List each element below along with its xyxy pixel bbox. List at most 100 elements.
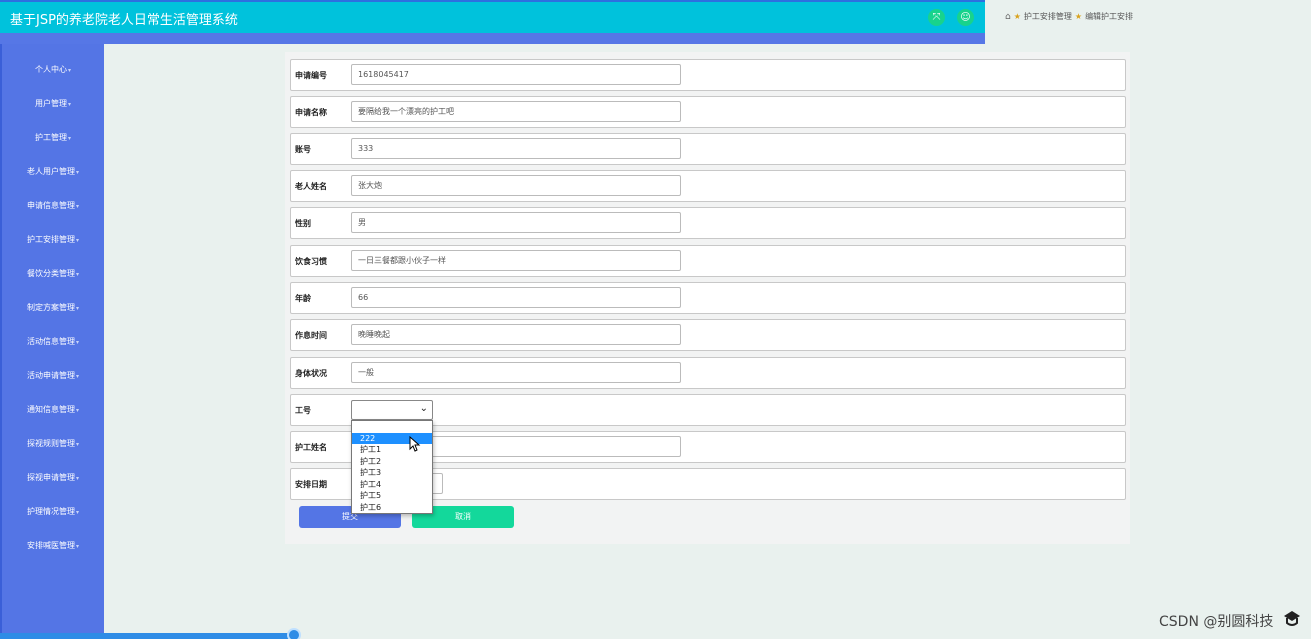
- sidebar-item-care-status[interactable]: 护理情况管理▾: [2, 506, 104, 517]
- sidebar-item-applications[interactable]: 申请信息管理▾: [2, 200, 104, 211]
- chevron-down-icon: ▾: [75, 271, 79, 278]
- top-header: 基于JSP的养老院老人日常生活管理系统 ⤧ ☺: [0, 0, 985, 33]
- sidebar-item-label: 活动申请管理: [26, 371, 75, 380]
- field-label: 老人姓名: [295, 182, 327, 191]
- sidebar-item-elders[interactable]: 老人用户管理▾: [2, 166, 104, 177]
- field-label: 作息时间: [295, 331, 327, 340]
- mouse-cursor-icon: [409, 436, 421, 452]
- sidebar-item-activities[interactable]: 活动信息管理▾: [2, 336, 104, 347]
- form-row-diet: 饮食习惯: [290, 245, 1126, 277]
- sidebar-item-label: 老人用户管理: [26, 167, 75, 176]
- chevron-down-icon: ▾: [75, 475, 79, 482]
- sidebar-item-label: 安排喊医管理: [26, 541, 75, 550]
- sidebar-item-label: 制定方案管理: [26, 303, 75, 312]
- sidebar-item-doctor-schedule[interactable]: 安排喊医管理▾: [2, 540, 104, 551]
- sidebar-item-users[interactable]: 用户管理▾: [2, 98, 104, 109]
- sidebar-item-label: 通知信息管理: [26, 405, 75, 414]
- star-icon: ★: [1013, 12, 1021, 21]
- breadcrumb-item[interactable]: 护工安排管理: [1024, 11, 1072, 22]
- field-label: 年龄: [295, 294, 311, 303]
- breadcrumb-item: 编辑护工安排: [1085, 12, 1134, 21]
- field-label: 性别: [295, 219, 311, 228]
- application-name-input[interactable]: [351, 101, 681, 122]
- gender-input[interactable]: [351, 212, 681, 233]
- chevron-down-icon: ▾: [75, 237, 79, 244]
- dropdown-option[interactable]: 护工5: [352, 490, 432, 502]
- sidebar-item-label: 护工安排管理: [26, 235, 75, 244]
- sidebar-item-activity-applications[interactable]: 活动申请管理▾: [2, 370, 104, 381]
- field-label: 申请名称: [295, 108, 327, 117]
- chevron-down-icon: ▾: [67, 101, 71, 108]
- sidebar-item-label: 申请信息管理: [26, 201, 75, 210]
- app-title: 基于JSP的养老院老人日常生活管理系统: [10, 13, 238, 28]
- sidebar-item-label: 活动信息管理: [26, 337, 75, 346]
- field-label: 申请编号: [295, 71, 327, 80]
- sidebar-item-personal-center[interactable]: 个人中心▾: [2, 64, 104, 75]
- star-icon: ★: [1074, 12, 1083, 21]
- sidebar-item-visit-rules[interactable]: 探视规则管理▾: [2, 438, 104, 449]
- sidebar-item-label: 探视申请管理: [26, 473, 75, 482]
- sidebar-item-workers[interactable]: 护工管理▾: [2, 132, 104, 143]
- sidebar-item-notices[interactable]: 通知信息管理▾: [2, 404, 104, 415]
- dropdown-option[interactable]: 护工2: [352, 456, 432, 468]
- dropdown-option[interactable]: [352, 421, 432, 433]
- breadcrumb: ⌂ ★ 护工安排管理 ★ 编辑护工安排: [1005, 11, 1133, 22]
- chevron-down-icon: ▾: [75, 305, 79, 312]
- user-icon[interactable]: ☺: [957, 9, 974, 26]
- horizontal-scrollbar[interactable]: [0, 633, 296, 639]
- field-label: 身体状况: [295, 369, 327, 378]
- scrollbar-handle[interactable]: [287, 628, 301, 639]
- sidebar: 个人中心▾ 用户管理▾ 护工管理▾ 老人用户管理▾ 申请信息管理▾ 护工安排管理…: [0, 44, 104, 639]
- field-label: 账号: [295, 145, 311, 154]
- chevron-down-icon: ▾: [75, 407, 79, 414]
- watermark: CSDN @别圆科技: [1159, 614, 1274, 630]
- dropdown-option[interactable]: 护工3: [352, 467, 432, 479]
- form-row-account: 账号: [290, 133, 1126, 165]
- chevron-down-icon: ▾: [67, 135, 71, 142]
- chevron-down-icon: ▾: [75, 509, 79, 516]
- form-row-gender: 性别: [290, 207, 1126, 239]
- field-label: 饮食习惯: [295, 257, 327, 266]
- form-row-routine: 作息时间: [290, 319, 1126, 351]
- dropdown-option[interactable]: 护工6: [352, 502, 432, 514]
- chevron-down-icon: ▾: [75, 543, 79, 550]
- form-row-age: 年龄: [290, 282, 1126, 314]
- chevron-down-icon: ▾: [75, 203, 79, 210]
- field-label: 安排日期: [295, 480, 327, 489]
- chevron-down-icon: ▾: [67, 67, 71, 74]
- worker-id-select[interactable]: ⌄: [351, 400, 433, 420]
- form-row-health: 身体状况: [290, 357, 1126, 389]
- chevron-down-icon: ▾: [75, 373, 79, 380]
- chevron-down-icon: ⌄: [419, 403, 428, 414]
- header-strip: [0, 33, 985, 44]
- sidebar-item-visit-applications[interactable]: 探视申请管理▾: [2, 472, 104, 483]
- health-status-input[interactable]: [351, 362, 681, 383]
- field-label: 工号: [295, 406, 311, 415]
- diet-habit-input[interactable]: [351, 250, 681, 271]
- sidebar-item-label: 餐饮分类管理: [26, 269, 75, 278]
- home-icon[interactable]: ⌂: [1005, 12, 1011, 22]
- chevron-down-icon: ▾: [75, 339, 79, 346]
- sidebar-item-schedules[interactable]: 护工安排管理▾: [2, 234, 104, 245]
- worker-id-dropdown-list: 222 护工1 护工2 护工3 护工4 护工5 护工6: [351, 420, 433, 514]
- sidebar-item-label: 护工管理: [34, 133, 67, 142]
- fullscreen-icon[interactable]: ⤧: [928, 9, 945, 26]
- field-label: 护工姓名: [295, 443, 327, 452]
- account-input[interactable]: [351, 138, 681, 159]
- age-input[interactable]: [351, 287, 681, 308]
- sidebar-item-label: 个人中心: [34, 65, 67, 74]
- routine-input[interactable]: [351, 324, 681, 345]
- dropdown-option[interactable]: 护工4: [352, 479, 432, 491]
- sidebar-item-label: 探视规则管理: [26, 439, 75, 448]
- scholar-hat-icon: [1284, 611, 1300, 626]
- sidebar-item-meal-categories[interactable]: 餐饮分类管理▾: [2, 268, 104, 279]
- form-row-elder-name: 老人姓名: [290, 170, 1126, 202]
- sidebar-item-label: 用户管理: [34, 99, 67, 108]
- sidebar-item-plans[interactable]: 制定方案管理▾: [2, 302, 104, 313]
- chevron-down-icon: ▾: [75, 169, 79, 176]
- application-id-input[interactable]: [351, 64, 681, 85]
- sidebar-item-label: 护理情况管理: [26, 507, 75, 516]
- elder-name-input[interactable]: [351, 175, 681, 196]
- form-row-application-id: 申请编号: [290, 59, 1126, 91]
- chevron-down-icon: ▾: [75, 441, 79, 448]
